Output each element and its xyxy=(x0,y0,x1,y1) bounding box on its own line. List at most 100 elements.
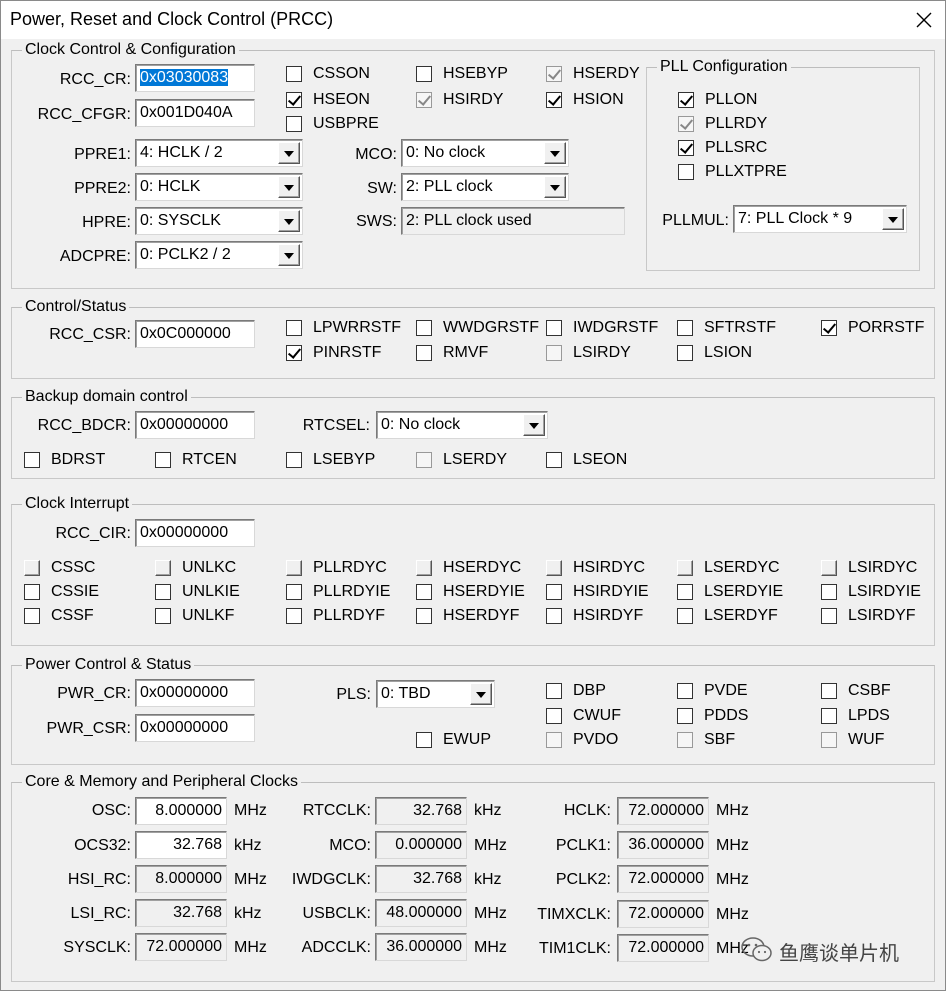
chevron-down-icon[interactable] xyxy=(278,244,300,266)
checkbox-box[interactable] xyxy=(677,320,693,336)
usbclk-label: USBCLK: xyxy=(302,905,371,922)
checkbox-box[interactable] xyxy=(677,708,693,724)
checkbox-box[interactable] xyxy=(416,732,432,748)
chevron-down-icon[interactable] xyxy=(278,176,300,198)
checkbox-box[interactable] xyxy=(821,320,837,336)
checkbox-box[interactable] xyxy=(416,345,432,361)
sws-field[interactable]: 2: PLL clock used xyxy=(401,207,625,235)
checkbox-box[interactable] xyxy=(286,320,302,336)
chevron-down-icon[interactable] xyxy=(544,176,566,198)
checkbox-box[interactable] xyxy=(416,584,432,600)
checkbox-box[interactable] xyxy=(155,452,171,468)
checkbox-box[interactable] xyxy=(155,608,171,624)
checkbox-box[interactable] xyxy=(546,452,562,468)
sw-label: SW: xyxy=(367,180,397,197)
pclk1-field[interactable]: 36.000000 xyxy=(617,831,709,859)
checkbox-label: LSERDY xyxy=(443,451,508,468)
checkbox-box[interactable] xyxy=(677,584,693,600)
chevron-down-icon[interactable] xyxy=(882,208,904,230)
checkbox-box[interactable] xyxy=(286,452,302,468)
checkbox-label: PORRSTF xyxy=(848,319,925,336)
clear-button-box[interactable] xyxy=(416,560,432,576)
clear-button-box[interactable] xyxy=(821,560,837,576)
checkbox-label: WWDGRSTF xyxy=(443,319,539,336)
checkbox-box[interactable] xyxy=(416,608,432,624)
checkbox-box[interactable] xyxy=(546,92,562,108)
pwr-csr-field[interactable]: 0x00000000 xyxy=(135,714,255,742)
checkbox-box[interactable] xyxy=(677,345,693,361)
checkbox-box[interactable] xyxy=(546,584,562,600)
chevron-down-icon[interactable] xyxy=(278,142,300,164)
checkbox-box[interactable] xyxy=(286,608,302,624)
checkbox-box[interactable] xyxy=(546,683,562,699)
checkbox-box[interactable] xyxy=(546,708,562,724)
clear-button-box[interactable] xyxy=(24,560,40,576)
mco-clk-field[interactable]: 0.000000 xyxy=(375,831,467,859)
mco-select[interactable]: 0: No clock xyxy=(401,139,569,167)
pls-select[interactable]: 0: TBD xyxy=(376,680,495,708)
hclk-field[interactable]: 72.000000 xyxy=(617,797,709,825)
rcc-bdcr-field[interactable]: 0x00000000 xyxy=(135,411,255,439)
rtcsel-select[interactable]: 0: No clock xyxy=(376,411,548,439)
checkbox-box[interactable] xyxy=(286,116,302,132)
iwdgclk-field[interactable]: 32.768 xyxy=(375,865,467,893)
checkbox-box[interactable] xyxy=(821,683,837,699)
adcpre-select[interactable]: 0: PCLK2 / 2 xyxy=(135,241,303,269)
clear-button-box[interactable] xyxy=(677,560,693,576)
checkbox-box[interactable] xyxy=(821,708,837,724)
ocs32-field[interactable]: 32.768 xyxy=(135,831,227,859)
checkbox-box[interactable] xyxy=(821,608,837,624)
timxclk-field[interactable]: 72.000000 xyxy=(617,900,709,928)
checkbox-box[interactable] xyxy=(821,584,837,600)
checkbox-box[interactable] xyxy=(678,164,694,180)
hsi-rc-field[interactable]: 8.000000 xyxy=(135,865,227,893)
checkbox-box[interactable] xyxy=(24,452,40,468)
rcc-cir-field[interactable]: 0x00000000 xyxy=(135,519,255,547)
close-button[interactable] xyxy=(907,3,941,37)
checkbox-box[interactable] xyxy=(678,140,694,156)
clear-button-box[interactable] xyxy=(546,560,562,576)
rcc-csr-field[interactable]: 0x0C000000 xyxy=(135,320,255,348)
rcc-cir-label: RCC_CIR: xyxy=(55,525,131,542)
ppre2-select[interactable]: 0: HCLK xyxy=(135,173,303,201)
tim1clk-field[interactable]: 72.000000 xyxy=(617,934,709,962)
checkbox-box[interactable] xyxy=(546,608,562,624)
rtcclk-field[interactable]: 32.768 xyxy=(375,797,467,825)
chevron-down-icon[interactable] xyxy=(523,414,545,436)
checkbox-box xyxy=(416,452,432,468)
checkbox-label: SFTRSTF xyxy=(704,319,776,336)
checkbox-label: BDRST xyxy=(51,451,106,468)
adcclk-field[interactable]: 36.000000 xyxy=(375,933,467,961)
rcc-cr-field[interactable]: 0x03030083 xyxy=(135,64,255,92)
checkbox-box[interactable] xyxy=(24,584,40,600)
chevron-down-icon[interactable] xyxy=(544,142,566,164)
checkbox-box[interactable] xyxy=(677,683,693,699)
lsi-rc-label: LSI_RC: xyxy=(70,905,131,922)
pllmul-select[interactable]: 7: PLL Clock * 9 xyxy=(733,205,907,233)
checkbox-box[interactable] xyxy=(416,320,432,336)
checkbox-box[interactable] xyxy=(155,584,171,600)
checkbox-box[interactable] xyxy=(546,320,562,336)
ppre1-select[interactable]: 4: HCLK / 2 xyxy=(135,139,303,167)
checkbox-box[interactable] xyxy=(24,608,40,624)
usbclk-field[interactable]: 48.000000 xyxy=(375,899,467,927)
checkbox-box[interactable] xyxy=(286,92,302,108)
rcc-cfgr-field[interactable]: 0x001D040A xyxy=(135,99,255,127)
checkbox-box[interactable] xyxy=(286,584,302,600)
hpre-select[interactable]: 0: SYSCLK xyxy=(135,207,303,235)
lsi-rc-field[interactable]: 32.768 xyxy=(135,899,227,927)
clear-button-box[interactable] xyxy=(286,560,302,576)
checkbox-box[interactable] xyxy=(677,608,693,624)
pclk2-field[interactable]: 72.000000 xyxy=(617,865,709,893)
chevron-down-icon[interactable] xyxy=(470,683,492,705)
chevron-down-icon[interactable] xyxy=(278,210,300,232)
checkbox-box[interactable] xyxy=(286,345,302,361)
sw-select[interactable]: 2: PLL clock xyxy=(401,173,569,201)
checkbox-box[interactable] xyxy=(286,66,302,82)
osc-field[interactable]: 8.000000 xyxy=(135,797,227,825)
sysclk-field[interactable]: 72.000000 xyxy=(135,933,227,961)
clear-button-box[interactable] xyxy=(155,560,171,576)
pwr-cr-field[interactable]: 0x00000000 xyxy=(135,679,255,707)
checkbox-box[interactable] xyxy=(678,92,694,108)
checkbox-box[interactable] xyxy=(416,66,432,82)
